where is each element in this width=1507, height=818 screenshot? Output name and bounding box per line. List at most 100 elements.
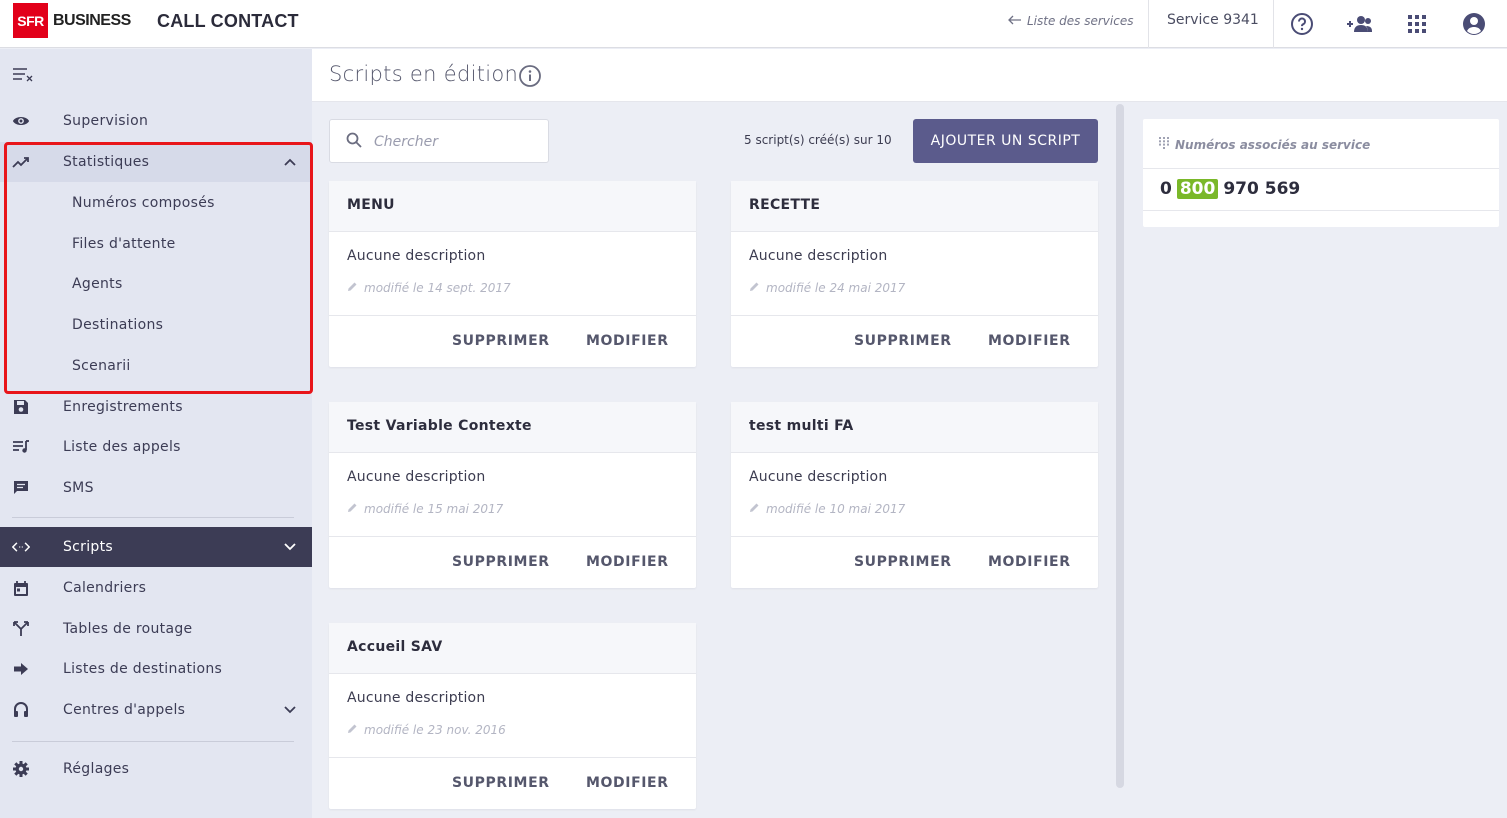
panel-title-label: Numéros associés au service (1175, 137, 1371, 152)
add-group-icon[interactable] (1345, 10, 1373, 38)
add-script-button[interactable]: AJOUTER UN SCRIPT (913, 119, 1098, 163)
services-link-label: Liste des services (1027, 14, 1134, 28)
modified-date: modifié le 24 mai 2017 (766, 281, 906, 295)
app-title: CALL CONTACT (157, 11, 299, 31)
card-description: Aucune description (347, 690, 486, 706)
services-list-link[interactable]: Liste des services (1008, 14, 1133, 28)
dialpad-icon (1159, 137, 1169, 152)
playlist-icon (12, 438, 30, 456)
delete-button[interactable]: SUPPRIMER (854, 333, 952, 349)
sidebar-subitem-scenarii[interactable]: Scenarii (0, 346, 312, 386)
edit-button[interactable]: MODIFIER (586, 775, 669, 791)
card-description: Aucune description (347, 248, 486, 264)
card-divider (329, 757, 696, 758)
sidebar-item-reglages[interactable]: Réglages (0, 749, 312, 789)
number-prefix: 0 (1160, 179, 1172, 199)
sidebar-item-liste-appels[interactable]: Liste des appels (0, 427, 312, 467)
scrollbar[interactable] (1116, 104, 1124, 788)
apps-grid-icon[interactable] (1403, 10, 1431, 38)
sidebar-item-label: Agents (72, 276, 123, 292)
sidebar-divider (12, 741, 294, 742)
sidebar: Supervision Statistiques Numéros composé… (0, 49, 312, 818)
sidebar-item-label: Statistiques (63, 154, 150, 170)
code-icon (12, 538, 30, 556)
sidebar-subitem-numeros-composes[interactable]: Numéros composés (0, 183, 312, 223)
chevron-down-icon (284, 703, 296, 717)
card-title: Test Variable Contexte (347, 418, 532, 434)
delete-button[interactable]: SUPPRIMER (854, 554, 952, 570)
edit-button[interactable]: MODIFIER (988, 333, 1071, 349)
delete-button[interactable]: SUPPRIMER (452, 775, 550, 791)
card-modified: modifié le 23 nov. 2016 (347, 723, 506, 737)
script-card: Accueil SAV Aucune description modifié l… (329, 623, 696, 809)
info-icon[interactable] (518, 64, 542, 92)
routing-icon (12, 620, 30, 638)
modified-date: modifié le 10 mai 2017 (766, 502, 906, 516)
sidebar-divider (12, 517, 294, 518)
sidebar-item-label: SMS (63, 480, 94, 496)
sidebar-item-listes-destinations[interactable]: Listes de destinations (0, 649, 312, 689)
sidebar-item-label: Numéros composés (72, 195, 215, 211)
sfr-business-logo[interactable]: SFR BUSINESS (13, 3, 131, 38)
eye-icon (12, 112, 30, 130)
pencil-icon (347, 502, 358, 516)
help-icon[interactable] (1288, 10, 1316, 38)
pencil-icon (749, 281, 760, 295)
card-description: Aucune description (347, 469, 486, 485)
sidebar-subitem-agents[interactable]: Agents (0, 264, 312, 304)
sidebar-item-label: Calendriers (63, 580, 147, 596)
sidebar-item-centres-appels[interactable]: Centres d'appels (0, 690, 312, 730)
edit-button[interactable]: MODIFIER (586, 554, 669, 570)
search-box[interactable] (329, 119, 549, 163)
sidebar-item-statistiques[interactable]: Statistiques (0, 142, 312, 182)
sidebar-subitem-destinations[interactable]: Destinations (0, 305, 312, 345)
search-icon (346, 132, 362, 152)
card-description: Aucune description (749, 248, 888, 264)
arrow-right-icon (12, 660, 30, 678)
delete-button[interactable]: SUPPRIMER (452, 554, 550, 570)
modified-date: modifié le 14 sept. 2017 (364, 281, 511, 295)
card-modified: modifié le 10 mai 2017 (749, 502, 905, 516)
card-title: Accueil SAV (347, 639, 443, 655)
sidebar-item-label: Scripts (63, 539, 113, 555)
card-divider (731, 536, 1098, 537)
message-icon (12, 479, 30, 497)
service-number[interactable]: 0 800 970 569 (1160, 179, 1300, 199)
edit-button[interactable]: MODIFIER (586, 333, 669, 349)
modified-date: modifié le 15 mai 2017 (364, 502, 504, 516)
sidebar-item-tables-routage[interactable]: Tables de routage (0, 609, 312, 649)
card-title: test multi FA (749, 418, 854, 434)
card-title: MENU (347, 197, 395, 213)
sidebar-subitem-files-attente[interactable]: Files d'attente (0, 224, 312, 264)
collapse-menu-icon[interactable] (12, 66, 34, 86)
sidebar-item-scripts[interactable]: Scripts (0, 527, 312, 567)
sidebar-item-enregistrements[interactable]: Enregistrements (0, 387, 312, 427)
page-title: Scripts en édition (329, 62, 519, 86)
sidebar-item-label: Supervision (63, 113, 149, 129)
card-divider (731, 315, 1098, 316)
trending-up-icon (12, 153, 30, 171)
calendar-icon (12, 579, 30, 597)
script-card: RECETTE Aucune description modifié le 24… (731, 181, 1098, 367)
pencil-icon (347, 723, 358, 737)
card-description: Aucune description (749, 469, 888, 485)
search-input[interactable] (374, 130, 539, 154)
header-divider (1148, 0, 1149, 48)
panel-divider (1143, 168, 1499, 169)
sidebar-item-calendriers[interactable]: Calendriers (0, 568, 312, 608)
edit-button[interactable]: MODIFIER (988, 554, 1071, 570)
script-count: 5 script(s) créé(s) sur 10 (744, 133, 892, 147)
logo-text: BUSINESS (53, 11, 131, 29)
card-divider (329, 536, 696, 537)
save-icon (12, 398, 30, 416)
sidebar-item-supervision[interactable]: Supervision (0, 101, 312, 141)
delete-button[interactable]: SUPPRIMER (452, 333, 550, 349)
sidebar-item-label: Files d'attente (72, 236, 176, 252)
sidebar-item-label: Destinations (72, 317, 164, 333)
sidebar-item-label: Enregistrements (63, 399, 183, 415)
card-modified: modifié le 14 sept. 2017 (347, 281, 511, 295)
top-bar: SFR BUSINESS CALL CONTACT Liste des serv… (0, 0, 1507, 48)
service-name[interactable]: Service 9341 (1167, 12, 1259, 28)
sidebar-item-sms[interactable]: SMS (0, 468, 312, 508)
account-icon[interactable] (1460, 10, 1488, 38)
